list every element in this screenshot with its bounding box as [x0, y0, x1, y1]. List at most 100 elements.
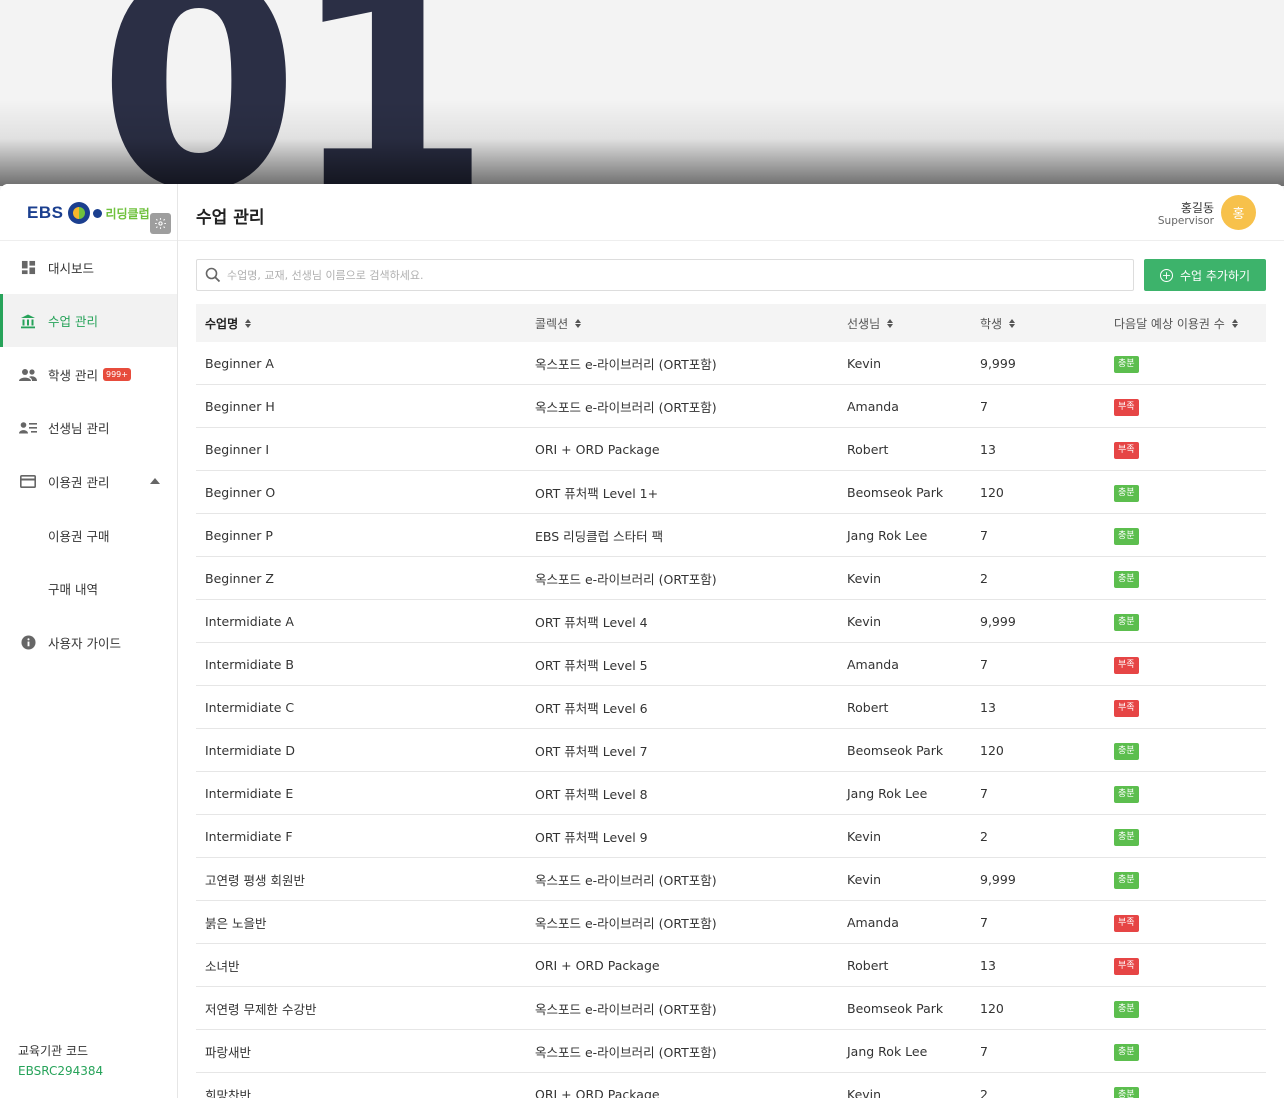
cell-class-name: 고연령 평생 회원반 [205, 872, 305, 888]
logo-area: EBS 리딩클럽 [0, 184, 177, 241]
sidebar-item-label: 수업 관리 [48, 314, 98, 329]
search-bar[interactable] [196, 259, 1134, 291]
sidebar-item-teachers[interactable]: 선생님 관리 [0, 401, 177, 454]
sidebar-item-label: 구매 내역 [48, 582, 98, 597]
status-badge: 충분 [1114, 570, 1139, 588]
cell-collection: ORI + ORD Package [535, 957, 660, 973]
cell-students: 13 [980, 957, 996, 973]
cell-class-name: 소녀반 [205, 958, 240, 974]
cell-teacher: Kevin [847, 828, 882, 844]
table-row[interactable]: Beginner O ORT 퓨처팩 Level 1+ Beomseok Park 1… [196, 471, 1266, 514]
org-code-label: 교육기관 코드 [18, 1044, 89, 1058]
cell-voucher-status: 충분 [1114, 1085, 1266, 1098]
sidebar-subitem-voucher-purchase[interactable]: 이용권 구매 [0, 509, 177, 562]
cell-students: 120 [980, 742, 1004, 758]
status-badge: 충분 [1114, 355, 1139, 373]
cell-teacher: Kevin [847, 871, 882, 887]
status-badge: 충분 [1114, 1000, 1139, 1018]
cell-teacher: Jang Rok Lee [847, 1043, 928, 1059]
cell-students: 2 [980, 570, 988, 586]
cell-students: 7 [980, 1043, 988, 1059]
column-header-collection[interactable]: 콜렉션 [535, 315, 847, 332]
sort-icon[interactable] [1231, 318, 1238, 328]
cell-class-name: Intermidiate E [205, 785, 294, 801]
table-row[interactable]: Beginner H 옥스포드 e-라이브러리 (ORT포함) Amanda 7 부족 [196, 385, 1266, 428]
table-row[interactable]: 붉은 노을반 옥스포드 e-라이브러리 (ORT포함) Amanda 7 부족 [196, 901, 1266, 944]
sidebar: EBS 리딩클럽 대시보드 수업 관리 학생 관리 999+ 선생님 관리 이용… [0, 184, 178, 1098]
table-row[interactable]: Beginner A 옥스포드 e-라이브러리 (ORT포함) Kevin 9,999… [196, 342, 1266, 385]
status-badge: 부족 [1114, 699, 1139, 717]
cell-teacher: Robert [847, 441, 889, 457]
cell-class-name: Beginner H [205, 398, 275, 414]
sort-icon[interactable] [1009, 318, 1016, 328]
cell-teacher: Kevin [847, 1086, 882, 1098]
status-badge: 부족 [1114, 914, 1139, 932]
table-row[interactable]: Intermidiate F ORT 퓨처팩 Level 9 Kevin 2 충분 [196, 815, 1266, 858]
table-row[interactable]: 고연령 평생 회원반 옥스포드 e-라이브러리 (ORT포함) Kevin 9,999… [196, 858, 1266, 901]
cell-class-name: 저연령 무제한 수강반 [205, 1001, 317, 1017]
column-header-students[interactable]: 학생 [980, 315, 1114, 332]
sort-icon[interactable] [887, 318, 894, 328]
cell-teacher: Kevin [847, 613, 882, 629]
cell-collection: ORT 퓨처팩 Level 7 [535, 743, 648, 759]
user-role: Supervisor [1157, 215, 1214, 227]
status-badge: 충분 [1114, 742, 1139, 760]
cell-class-name: Intermidiate F [205, 828, 293, 844]
sidebar-item-students[interactable]: 학생 관리 999+ [0, 348, 177, 401]
logo[interactable]: EBS 리딩클럽 [27, 202, 150, 224]
table-row[interactable]: Intermidiate C ORT 퓨처팩 Level 6 Robert 13 부족 [196, 686, 1266, 729]
cell-students: 2 [980, 828, 988, 844]
table-row[interactable]: 저연령 무제한 수강반 옥스포드 e-라이브러리 (ORT포함) Beomseok … [196, 987, 1266, 1030]
sort-icon[interactable] [575, 318, 582, 328]
status-badge: 충분 [1114, 484, 1139, 502]
avatar[interactable]: 홍 [1221, 195, 1256, 230]
cell-class-name: Beginner A [205, 355, 274, 371]
cell-teacher: Jang Rok Lee [847, 527, 928, 543]
table-row[interactable]: Intermidiate E ORT 퓨처팩 Level 8 Jang Rok Le… [196, 772, 1266, 815]
status-badge: 충분 [1114, 527, 1139, 545]
table-header: 수업명 콜렉션 선생님 학생 다음달 예상 이용권 수 [196, 304, 1266, 342]
table-row[interactable]: 희망찬반 ORI + ORD Package Kevin 2 충분 [196, 1073, 1266, 1098]
status-badge: 충분 [1114, 613, 1139, 631]
sidebar-subitem-purchase-history[interactable]: 구매 내역 [0, 562, 177, 615]
cell-class-name: 붉은 노을반 [205, 915, 267, 931]
cell-collection: 옥스포드 e-라이브러리 (ORT포함) [535, 872, 717, 888]
table-row[interactable]: Intermidiate D ORT 퓨처팩 Level 7 Beomseok Pa… [196, 729, 1266, 772]
table-row[interactable]: Beginner Z 옥스포드 e-라이브러리 (ORT포함) Kevin 2 충분 [196, 557, 1266, 600]
cell-voucher-status: 부족 [1114, 698, 1266, 717]
cell-collection: ORT 퓨처팩 Level 1+ [535, 485, 659, 501]
status-badge: 부족 [1114, 441, 1139, 459]
column-header-class-name[interactable]: 수업명 [196, 315, 535, 332]
page-title: 수업 관리 [196, 208, 265, 228]
sidebar-item-dashboard[interactable]: 대시보드 [0, 241, 177, 294]
table-row[interactable]: Beginner I ORI + ORD Package Robert 13 부족 [196, 428, 1266, 471]
table-row[interactable]: Intermidiate B ORT 퓨처팩 Level 5 Amanda 7 부족 [196, 643, 1266, 686]
sidebar-item-voucher[interactable]: 이용권 관리 [0, 455, 177, 508]
cell-collection: 옥스포드 e-라이브러리 (ORT포함) [535, 356, 717, 372]
cell-students: 2 [980, 1086, 988, 1098]
table-row[interactable]: 소녀반 ORI + ORD Package Robert 13 부족 [196, 944, 1266, 987]
teacher-list-icon [19, 419, 37, 437]
chevron-up-icon[interactable] [150, 478, 160, 484]
status-badge: 충분 [1114, 1043, 1139, 1061]
dashboard-icon [19, 259, 37, 277]
cell-collection: ORT 퓨처팩 Level 6 [535, 700, 648, 716]
people-icon [19, 366, 37, 384]
cell-voucher-status: 충분 [1114, 612, 1266, 631]
column-header-next-month-vouchers[interactable]: 다음달 예상 이용권 수 [1114, 315, 1266, 332]
settings-button[interactable] [150, 213, 171, 234]
sidebar-item-user-guide[interactable]: 사용자 가이드 [0, 616, 177, 669]
status-badge: 부족 [1114, 398, 1139, 416]
table-row[interactable]: 파랑새반 옥스포드 e-라이브러리 (ORT포함) Jang Rok Lee 7 충분 [196, 1030, 1266, 1073]
cell-class-name: Beginner P [205, 527, 273, 543]
sidebar-item-label: 대시보드 [48, 261, 95, 276]
sort-icon[interactable] [245, 318, 252, 328]
cell-collection: EBS 리딩클럽 스타터 팩 [535, 528, 664, 544]
add-class-button[interactable]: + 수업 추가하기 [1144, 259, 1266, 291]
search-input[interactable] [227, 268, 1133, 282]
table-row[interactable]: Intermidiate A ORT 퓨처팩 Level 4 Kevin 9,999 충… [196, 600, 1266, 643]
table-row[interactable]: Beginner P EBS 리딩클럽 스타터 팩 Jang Rok Lee 7 충분 [196, 514, 1266, 557]
sidebar-item-label: 사용자 가이드 [48, 636, 121, 651]
sidebar-item-class-management[interactable]: 수업 관리 [0, 294, 177, 347]
column-header-teacher[interactable]: 선생님 [847, 315, 980, 332]
